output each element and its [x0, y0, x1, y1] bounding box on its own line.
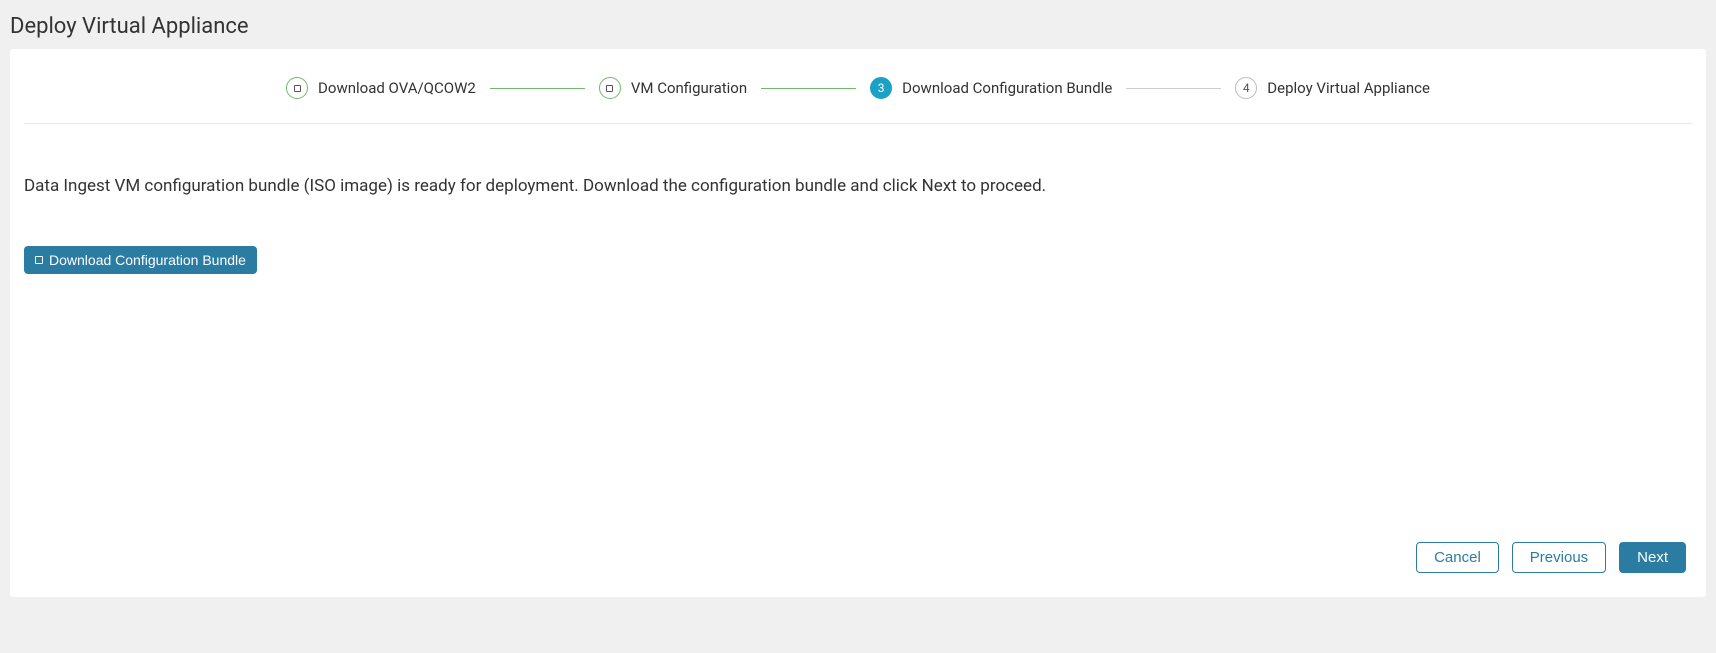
previous-button[interactable]: Previous — [1512, 542, 1606, 573]
step-circle-completed — [286, 77, 308, 99]
download-button-label: Download Configuration Bundle — [49, 252, 246, 268]
wizard-content: Data Ingest VM configuration bundle (ISO… — [10, 124, 1706, 530]
page-title: Deploy Virtual Appliance — [0, 0, 1716, 49]
step-circle-active: 3 — [870, 77, 892, 99]
step-deploy-virtual-appliance: 4 Deploy Virtual Appliance — [1235, 77, 1430, 99]
step-connector — [490, 88, 585, 89]
download-icon — [35, 256, 43, 264]
step-connector — [761, 88, 856, 89]
wizard-footer: Cancel Previous Next — [10, 530, 1706, 597]
next-button[interactable]: Next — [1619, 542, 1686, 573]
step-label: Download OVA/QCOW2 — [318, 79, 476, 97]
step-download-ova: Download OVA/QCOW2 — [286, 77, 476, 99]
description-text: Data Ingest VM configuration bundle (ISO… — [24, 176, 1692, 196]
step-connector — [1126, 88, 1221, 89]
step-circle-completed — [599, 77, 621, 99]
checkbox-icon — [606, 85, 613, 92]
step-label: Download Configuration Bundle — [902, 79, 1112, 97]
step-vm-configuration: VM Configuration — [599, 77, 747, 99]
download-config-bundle-button[interactable]: Download Configuration Bundle — [24, 246, 257, 274]
step-label: VM Configuration — [631, 79, 747, 97]
step-download-config-bundle: 3 Download Configuration Bundle — [870, 77, 1112, 99]
cancel-button[interactable]: Cancel — [1416, 542, 1499, 573]
step-circle-upcoming: 4 — [1235, 77, 1257, 99]
wizard-panel: Download OVA/QCOW2 VM Configuration 3 Do… — [10, 49, 1706, 597]
wizard-stepper: Download OVA/QCOW2 VM Configuration 3 Do… — [24, 49, 1692, 124]
step-label: Deploy Virtual Appliance — [1267, 79, 1430, 97]
checkbox-icon — [294, 85, 301, 92]
